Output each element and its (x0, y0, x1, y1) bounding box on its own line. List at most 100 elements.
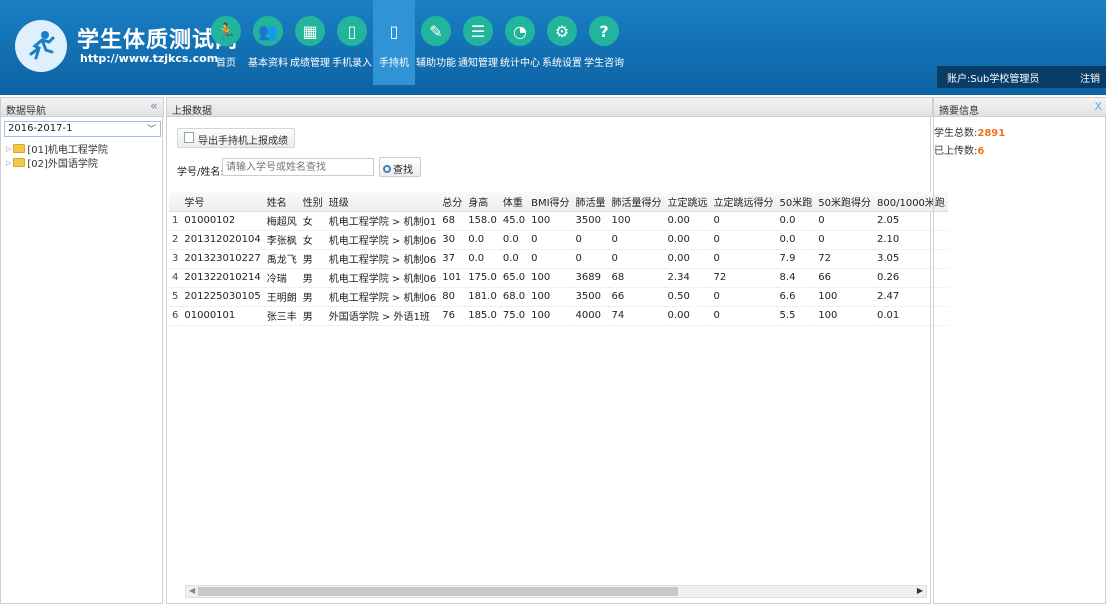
tree-node-label: [02]外国语学院 (27, 159, 98, 170)
table-cell: 100 (528, 287, 573, 307)
column-header[interactable] (169, 192, 182, 212)
row-number: 3 (169, 249, 182, 269)
table-cell: 30 (439, 230, 466, 250)
column-header[interactable]: 肺活量得分 (608, 192, 665, 212)
left-navigation-panel: 数据导航 « 2016-2017-1 ﹀ ▷ [01]机电工程学院 ▷ [02]… (0, 97, 164, 604)
table-cell: 0 (710, 306, 777, 326)
nav-item-6[interactable]: ☰ 通知管理 (457, 10, 499, 85)
export-button[interactable]: 导出手持机上报成绩 (177, 128, 295, 148)
column-header[interactable]: 立定跳远得分 (710, 192, 777, 212)
uploaded-label: 已上传数: (934, 146, 978, 157)
column-header[interactable]: 50米跑 (776, 192, 816, 212)
row-number: 5 (169, 287, 182, 307)
summary-panel: 摘要信息 X 学生总数:2891 已上传数:6 (933, 97, 1106, 604)
column-header[interactable]: 50米跑得分 (815, 192, 875, 212)
scroll-right-icon[interactable]: ▶ (917, 586, 923, 595)
tree-node-college-01[interactable]: ▷ [01]机电工程学院 (6, 141, 108, 156)
table-cell: 0.0 (776, 211, 816, 231)
horizontal-scrollbar[interactable]: ◀ ▶ (185, 585, 927, 598)
logout-link[interactable]: 注销 (1080, 70, 1100, 85)
nav-item-0[interactable]: 🏃 首页 (205, 10, 247, 85)
table-row[interactable]: 2 201312020104 李张枫女机电工程学院 > 机制06 30 0.0 0.0 0 0… (169, 230, 948, 250)
table-cell: 0 (815, 211, 875, 231)
table-cell: 0 (572, 230, 609, 250)
table-cell: 男 (299, 268, 326, 288)
column-header[interactable]: 总分 (439, 192, 466, 212)
table-cell: 72 (815, 249, 875, 269)
collapse-left-icon[interactable]: « (150, 99, 158, 114)
table-cell: 机电工程学院 > 机制06 (325, 230, 440, 250)
column-header[interactable]: 体重 (499, 192, 529, 212)
table-row[interactable]: 1 01000102 梅超风女机电工程学院 > 机制01 68 158.0 45.0 100… (169, 211, 948, 231)
table-cell: 74 (608, 306, 665, 326)
summary-panel-header: 摘要信息 X (933, 97, 1106, 117)
table-row[interactable]: 5 201225030105 王明朗男机电工程学院 > 机制06 80 181.0 68.… (169, 287, 948, 307)
table-row[interactable]: 3 201323010227 禹龙飞男机电工程学院 > 机制06 37 0.0 0.0 0 0… (169, 249, 948, 269)
table-row[interactable]: 4 201322010214 冷瑞男机电工程学院 > 机制06 101 175.0 65.… (169, 268, 948, 288)
table-cell: 男 (299, 306, 326, 326)
nav-label: 基本资料 (248, 58, 288, 69)
main-panel-title: 上报数据 (172, 106, 212, 117)
table-cell: 01000102 (181, 211, 264, 231)
column-header[interactable]: 学号 (181, 192, 264, 212)
nav-item-1[interactable]: 👥 基本资料 (247, 10, 289, 85)
main-data-panel: 上报数据 导出手持机上报成绩 学号/姓名: 查找 学号姓名性别班级总分身高体重B… (166, 97, 948, 604)
term-select-value: 2016-2017-1 (8, 123, 73, 134)
table-cell: 0 (572, 249, 609, 269)
table-cell: 100 (528, 306, 573, 326)
column-header[interactable]: 性别 (299, 192, 326, 212)
table-cell: 0 (528, 230, 573, 250)
column-header[interactable]: 班级 (325, 192, 440, 212)
chevron-down-icon: ﹀ (146, 125, 156, 135)
close-icon[interactable]: X (1094, 100, 1102, 113)
column-header[interactable]: 肺活量 (572, 192, 609, 212)
table-cell: 7.9 (776, 249, 816, 269)
nav-label: 手机录入 (332, 58, 372, 69)
table-cell: 100 (528, 211, 573, 231)
people-icon: 👥 (253, 16, 283, 46)
table-row[interactable]: 6 01000101 张三丰男外国语学院 > 外语1班 76 185.0 75.0 100 4… (169, 306, 948, 326)
chart-icon: ▦ (295, 16, 325, 46)
scrollbar-thumb[interactable] (198, 587, 678, 596)
expand-triangle-icon[interactable]: ▷ (6, 145, 11, 153)
column-header[interactable]: 立定跳远 (664, 192, 711, 212)
search-label: 学号/姓名: (177, 167, 224, 178)
table-cell: 45.0 (499, 211, 529, 231)
nav-item-5[interactable]: ✎ 辅助功能 (415, 10, 457, 85)
table-cell: 76 (439, 306, 466, 326)
table-cell: 0 (710, 211, 777, 231)
nav-item-2[interactable]: ▦ 成绩管理 (289, 10, 331, 85)
folder-icon (13, 144, 26, 153)
table-cell: 37 (439, 249, 466, 269)
uploaded-count: 已上传数:6 (934, 142, 984, 157)
nav-item-9[interactable]: ? 学生咨询 (583, 10, 625, 85)
tree-node-college-02[interactable]: ▷ [02]外国语学院 (6, 155, 98, 170)
column-header[interactable]: BMI得分 (528, 192, 573, 212)
left-panel-title: 数据导航 (6, 106, 46, 117)
tree-node-label: [01]机电工程学院 (27, 145, 108, 156)
table-cell: 201225030105 (181, 287, 264, 307)
message-icon: ☰ (463, 16, 493, 46)
column-header[interactable]: 身高 (465, 192, 500, 212)
search-input[interactable] (222, 158, 374, 176)
nav-item-7[interactable]: ◔ 统计中心 (499, 10, 541, 85)
table-cell: 0.00 (664, 249, 711, 269)
data-table: 学号 姓名 性别 班级 总分 身高 体重 BMI得分 肺活量 肺活量得分 立定跳远 立定跳远得分 50米… (169, 192, 948, 326)
table-cell: 外国语学院 > 外语1班 (325, 306, 440, 326)
expand-triangle-icon[interactable]: ▷ (6, 159, 11, 167)
nav-item-3[interactable]: ▯ 手机录入 (331, 10, 373, 85)
search-button[interactable]: 查找 (379, 157, 421, 177)
table-cell: 男 (299, 287, 326, 307)
nav-item-8[interactable]: ⚙ 系统设置 (541, 10, 583, 85)
table-cell: 0 (608, 230, 665, 250)
column-header[interactable]: 姓名 (263, 192, 300, 212)
scroll-left-icon[interactable]: ◀ (189, 586, 195, 595)
term-select[interactable]: 2016-2017-1 ﹀ (4, 121, 161, 137)
account-bar: 账户:Sub学校管理员 注销 (937, 66, 1106, 88)
table-cell: 机电工程学院 > 机制01 (325, 211, 440, 231)
uploaded-value: 6 (977, 146, 985, 157)
table-cell: 100 (815, 306, 875, 326)
table-cell: 75.0 (499, 306, 529, 326)
nav-item-4[interactable]: ▯ 手持机 (373, 0, 415, 85)
table-cell: 175.0 (465, 268, 500, 288)
